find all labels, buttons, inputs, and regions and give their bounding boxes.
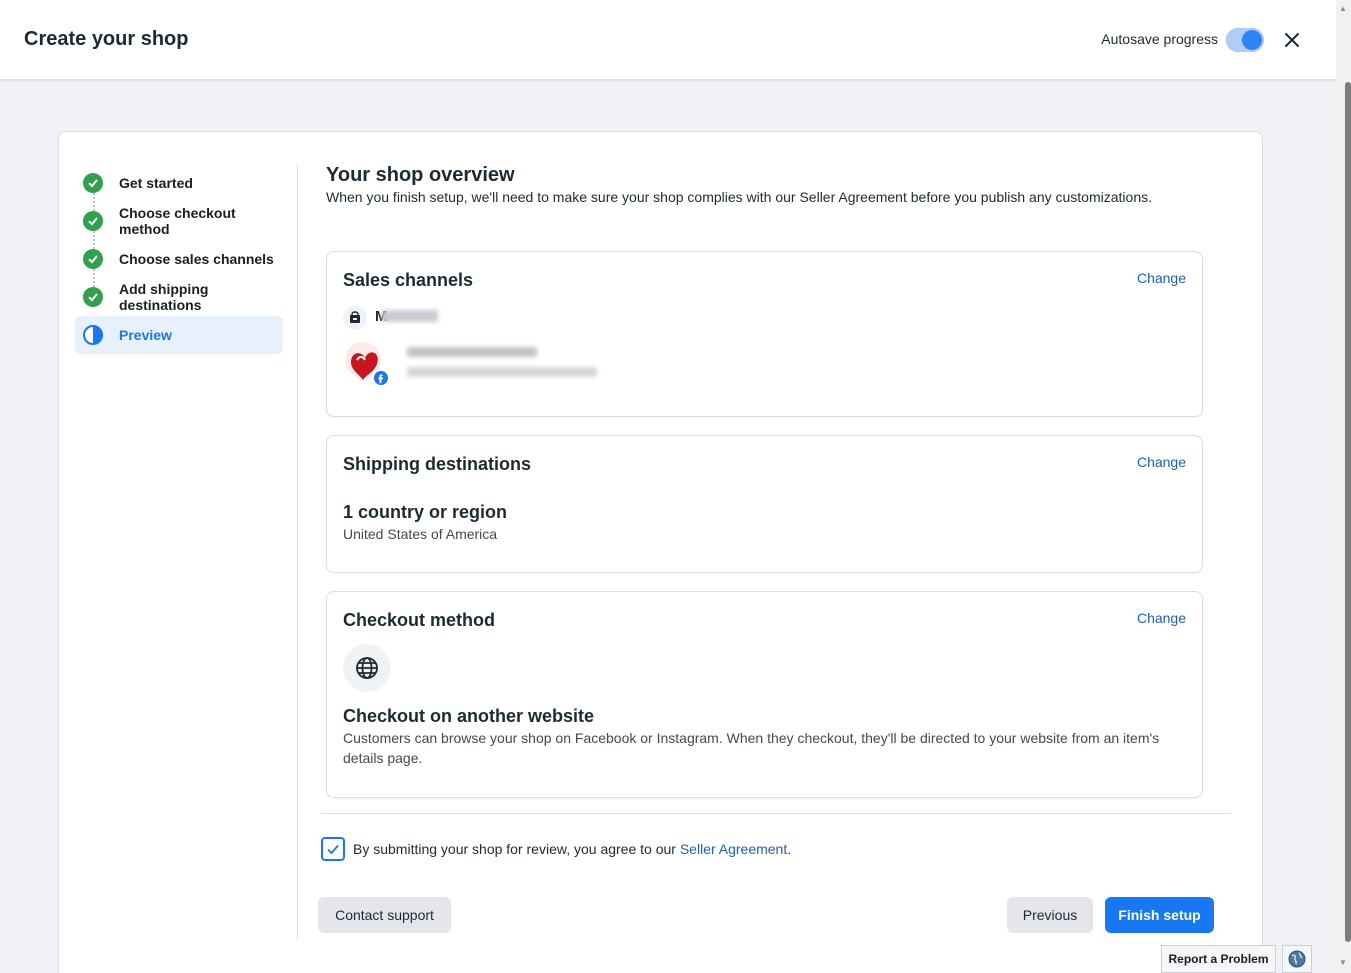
autosave-toggle[interactable] — [1226, 28, 1264, 52]
country-count: 1 country or region — [343, 502, 508, 522]
page-avatar — [345, 342, 389, 386]
scrollbar[interactable]: ▲ ▼ — [1336, 0, 1351, 973]
globe-icon — [343, 644, 391, 692]
page-title: Create your shop — [24, 28, 189, 50]
close-icon[interactable] — [1280, 28, 1304, 52]
step-preview[interactable]: Preview — [75, 316, 283, 354]
step-get-started[interactable]: Get started — [75, 164, 285, 211]
checkout-method-title: Checkout on another website — [343, 706, 595, 726]
shipping-destinations-section: Shipping destinations Change 1 country o… — [326, 435, 1203, 573]
scrollbar-thumb[interactable] — [1345, 82, 1351, 942]
step-label: Choose checkout method — [119, 205, 236, 237]
change-shipping-link[interactable]: Change — [1137, 454, 1186, 470]
step-checkout-method[interactable]: Choose checkout method — [75, 202, 285, 249]
agreement-checkbox[interactable] — [321, 837, 345, 861]
seller-agreement-link[interactable]: Seller Agreement — [680, 841, 787, 857]
step-label: Get started — [119, 175, 193, 191]
step-label: Choose sales channels — [119, 251, 274, 267]
step-list: Get started Choose checkout method Choos… — [75, 164, 285, 354]
seller-agreement-row: By submitting your shop for review, you … — [321, 837, 791, 861]
overview-subtitle: When you finish setup, we'll need to mak… — [326, 189, 1152, 205]
redacted-page-name — [407, 347, 537, 357]
agreement-text: By submitting your shop for review, you … — [353, 841, 676, 857]
step-sales-channels[interactable]: Choose sales channels — [75, 240, 285, 287]
checkout-method-description: Customers can browse your shop on Facebo… — [343, 730, 1160, 766]
section-heading: Sales channels — [343, 270, 474, 290]
overview-title: Your shop overview — [326, 164, 515, 186]
shop-icon — [343, 306, 367, 330]
step-label: Add shipping destinations — [119, 281, 209, 313]
toggle-knob — [1242, 30, 1262, 50]
section-heading: Checkout method — [343, 610, 496, 630]
check-circle-icon — [83, 173, 103, 193]
change-sales-channels-link[interactable]: Change — [1137, 270, 1186, 286]
scroll-down-icon[interactable]: ▼ — [1339, 958, 1347, 967]
language-globe-icon[interactable] — [1282, 945, 1312, 973]
section-heading: Shipping destinations — [343, 454, 531, 474]
check-circle-icon — [83, 287, 103, 307]
contact-support-button[interactable]: Contact support — [318, 897, 451, 933]
redacted-channel-name — [382, 310, 438, 322]
change-checkout-link[interactable]: Change — [1137, 610, 1186, 626]
redacted-page-details — [407, 367, 597, 377]
agreement-suffix: . — [787, 841, 792, 857]
finish-setup-button[interactable]: Finish setup — [1105, 897, 1214, 933]
sales-channels-section: Sales channels Change M — [326, 251, 1203, 417]
country-list: United States of America — [343, 526, 498, 542]
overview-header: Your shop overview When you finish setup… — [326, 164, 1206, 205]
horizontal-divider — [321, 813, 1231, 814]
setup-card: Get started Choose checkout method Choos… — [58, 131, 1263, 973]
previous-button[interactable]: Previous — [1007, 897, 1093, 933]
check-circle-icon — [83, 211, 103, 231]
vertical-divider — [297, 164, 298, 940]
step-label: Preview — [119, 327, 172, 343]
check-circle-icon — [83, 249, 103, 269]
half-circle-icon — [83, 325, 103, 345]
report-problem-button[interactable]: Report a Problem — [1161, 945, 1276, 973]
top-bar: Create your shop Autosave progress — [0, 0, 1336, 80]
step-shipping-destinations[interactable]: Add shipping destinations — [75, 278, 285, 316]
checkout-method-section: Checkout method Change Checkout on anoth… — [326, 591, 1203, 798]
scroll-up-icon[interactable]: ▲ — [1339, 4, 1347, 13]
autosave-label: Autosave progress — [1101, 31, 1218, 47]
